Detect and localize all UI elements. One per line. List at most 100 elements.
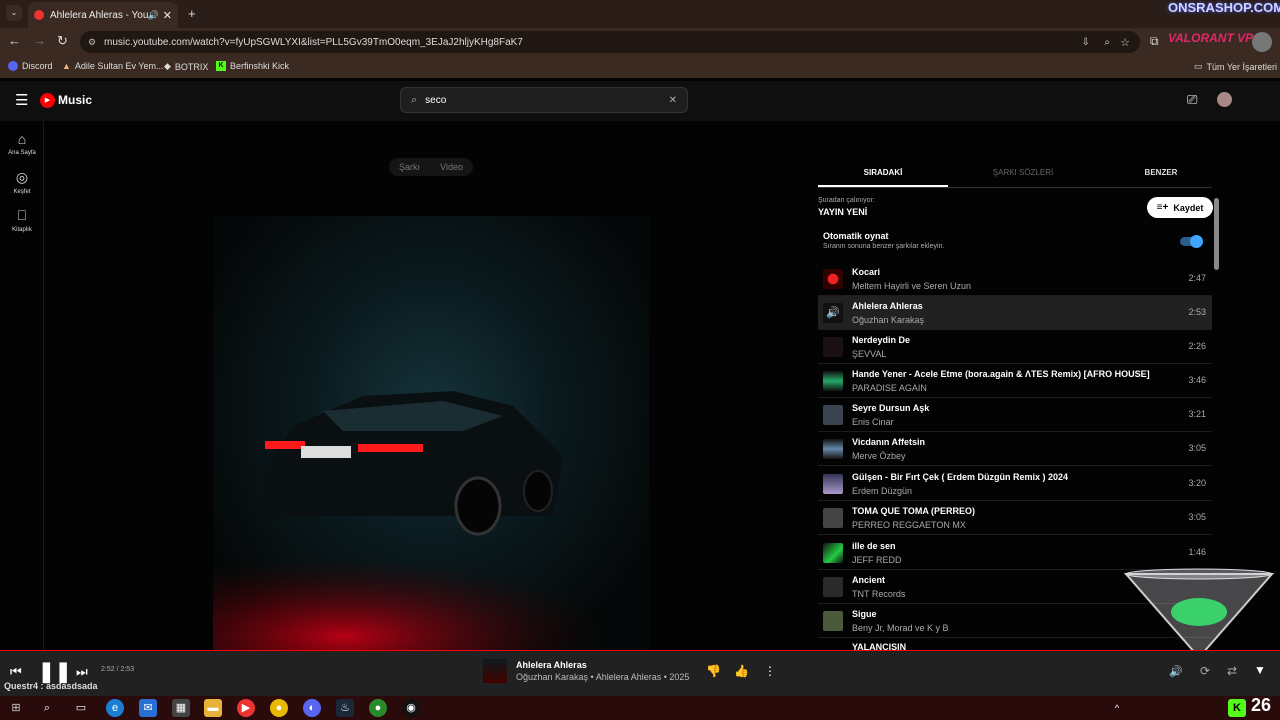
now-playing-speaker-icon: 🔊 — [823, 303, 843, 323]
track-artist: TNT Records — [852, 589, 906, 599]
track-thumbnail — [823, 543, 843, 563]
discord-app-icon[interactable]: ◐ — [303, 699, 321, 717]
close-tab-icon[interactable]: ✕ — [163, 9, 172, 22]
repeat-icon[interactable]: ⟳ — [1200, 664, 1210, 678]
address-bar-row: ← → ↻ ⚙ music.youtube.com/watch?v=fyUpSG… — [0, 28, 1280, 56]
mail-icon[interactable]: ✉ — [139, 699, 157, 717]
start-icon[interactable]: ⊞ — [7, 699, 25, 717]
bookmark-kick[interactable]: K Berfinshki Kick — [216, 61, 289, 71]
song-toggle-button[interactable]: Şarkı — [399, 162, 420, 172]
list-item[interactable]: Kocari Meltem Hayirli ve Seren Uzun 2:47 — [818, 262, 1212, 296]
track-thumbnail — [823, 611, 843, 631]
toggle-knob — [1190, 235, 1203, 248]
youtube-music-logo-icon[interactable]: ▶ — [40, 93, 55, 108]
list-item[interactable]: Vicdanın Affetsin Merve Özbey 3:05 — [818, 432, 1212, 466]
explore-icon: ◎ — [15, 169, 29, 185]
install-icon[interactable]: ⇩ — [1082, 37, 1090, 48]
extensions-icon[interactable]: ⧉ — [1150, 34, 1159, 49]
volume-icon[interactable]: 🔊 — [1169, 665, 1183, 678]
video-toggle-button[interactable]: Video — [440, 162, 463, 172]
search-input[interactable]: ⌕ seco ✕ — [400, 87, 688, 113]
browser-tab[interactable]: Ahlelera Ahleras - YouTube 🔊 ✕ — [28, 2, 178, 28]
sidebar-item-explore[interactable]: ◎ Keşfet — [0, 169, 44, 195]
track-artist: Enis Cinar — [852, 417, 894, 427]
list-item[interactable]: Gülşen - Bir Fırt Çek ( Erdem Düzgün Rem… — [818, 467, 1212, 501]
tray-chevron-icon[interactable]: ^ — [1108, 699, 1126, 717]
save-button[interactable]: ≡+ Kaydet — [1147, 197, 1213, 218]
list-item-now-playing[interactable]: 🔊 Ahlelera Ahleras Oğuzhan Karakaş 2:53 — [818, 296, 1212, 330]
sidebar-item-home[interactable]: ⌂ Ana Sayfa — [0, 131, 44, 156]
next-icon[interactable]: ⏭ — [76, 664, 88, 680]
url-text: music.youtube.com/watch?v=fyUpSGWLYXI&li… — [104, 36, 523, 48]
queue-scrollbar[interactable] — [1214, 198, 1219, 270]
reload-icon[interactable]: ↻ — [57, 33, 68, 49]
like-icon[interactable]: 👍 — [734, 664, 749, 678]
back-icon[interactable]: ← — [8, 33, 21, 48]
chrome-icon[interactable]: ● — [270, 699, 288, 717]
search-taskbar-icon[interactable]: ⌕ — [38, 699, 56, 717]
playlist-name[interactable]: YAYIN YENİ — [818, 207, 867, 217]
now-playing-thumbnail — [483, 659, 507, 683]
speaker-icon[interactable]: 🔊 — [148, 10, 159, 21]
track-duration: 3:05 — [1188, 512, 1206, 522]
yt-music-app-icon[interactable]: ▶ — [237, 699, 255, 717]
tab-menu-button[interactable]: ⌄ — [6, 5, 22, 21]
clear-search-icon[interactable]: ✕ — [669, 95, 677, 106]
tab-up-next[interactable]: SIRADAKİ — [818, 168, 948, 177]
avatar[interactable] — [1217, 92, 1232, 107]
sidebar-item-library[interactable]: ⎕ Kitaplık — [0, 207, 44, 233]
track-title: TOMA QUE TOMA (PERREO) — [852, 506, 976, 516]
dislike-icon[interactable]: 👎 — [706, 664, 721, 678]
track-artist: PERREO REGGAETON MX — [852, 520, 966, 530]
url-field[interactable]: ⚙ music.youtube.com/watch?v=fyUpSGWLYXI&… — [80, 31, 1140, 53]
taskbar — [0, 696, 1280, 720]
more-options-icon[interactable]: ⋮ — [764, 664, 776, 678]
track-artist: Meltem Hayirli ve Seren Uzun — [852, 281, 972, 291]
store-icon[interactable]: ▦ — [172, 699, 190, 717]
new-tab-button[interactable]: + — [188, 6, 196, 21]
track-duration: 3:21 — [1188, 409, 1206, 419]
edge-icon[interactable]: e — [106, 699, 124, 717]
site-info-icon[interactable]: ⚙ — [88, 37, 96, 48]
task-view-icon[interactable]: ▭ — [72, 699, 90, 717]
discord-icon — [8, 61, 18, 71]
track-duration: 2:47 — [1188, 273, 1206, 283]
profile-icon[interactable] — [1252, 32, 1272, 52]
track-duration: 3:05 — [1188, 443, 1206, 453]
list-item[interactable]: Nerdeydin De ŞEVVAL 2:26 — [818, 330, 1212, 364]
hamburger-menu-icon[interactable]: ☰ — [15, 91, 28, 109]
list-item[interactable]: Seyre Dursun Aşk Enis Cinar 3:21 — [818, 398, 1212, 432]
steam-icon[interactable]: ♨ — [336, 699, 354, 717]
track-duration: 1:46 — [1188, 547, 1206, 557]
star-icon[interactable]: ☆ — [1120, 36, 1130, 49]
zoom-icon[interactable]: ⌕ — [1104, 37, 1110, 48]
chrome-profile-icon[interactable]: ● — [369, 699, 387, 717]
player-bar: ⏮ ❚❚ ⏭ 2:52 / 2:53 Questr4 : asdasdsada … — [0, 651, 1280, 696]
list-item[interactable]: Hande Yener - Acele Etme (bora.again & Λ… — [818, 364, 1212, 398]
track-thumbnail — [823, 474, 843, 494]
bookmark-botrix[interactable]: ◆ BOTRIX — [164, 61, 208, 72]
cast-icon[interactable]: ⎚ — [1187, 92, 1197, 108]
bookmarks-folder[interactable]: ▭ Tüm Yer İşaretleri — [1194, 61, 1277, 72]
now-playing-subtitle: Oğuzhan Karakaş • Ahlelera Ahleras • 202… — [516, 672, 690, 682]
now-playing-title: Ahlelera Ahleras — [516, 660, 587, 670]
kick-icon: K — [216, 61, 226, 71]
search-icon: ⌕ — [411, 93, 418, 106]
list-item[interactable]: ille de sen JEFF REDD 1:46 — [818, 536, 1212, 570]
track-title: Vicdanın Affetsin — [852, 437, 926, 447]
file-explorer-icon[interactable]: ▬ — [204, 699, 222, 717]
list-item[interactable]: TOMA QUE TOMA (PERREO) PERREO REGGAETON … — [818, 501, 1212, 535]
autoplay-toggle[interactable] — [1180, 235, 1203, 248]
previous-icon[interactable]: ⏮ — [10, 664, 22, 680]
track-title: Ancient — [852, 575, 886, 585]
tab-lyrics[interactable]: ŞARKI SÖZLERİ — [958, 168, 1088, 177]
bookmark-adile[interactable]: ▲ Adile Sultan Ev Yem... — [62, 61, 163, 71]
kick-tray-icon: K — [1228, 699, 1246, 717]
forward-icon[interactable]: → — [33, 33, 46, 48]
obs-icon[interactable]: ◉ — [402, 699, 420, 717]
shuffle-icon[interactable]: ⇄ — [1227, 664, 1237, 678]
tab-related[interactable]: BENZER — [1096, 168, 1226, 177]
bookmark-discord[interactable]: Discord — [8, 61, 53, 71]
sidebar-item-label: Keşfet — [13, 189, 31, 195]
expand-chevron-icon[interactable]: ▼ — [1254, 663, 1266, 677]
